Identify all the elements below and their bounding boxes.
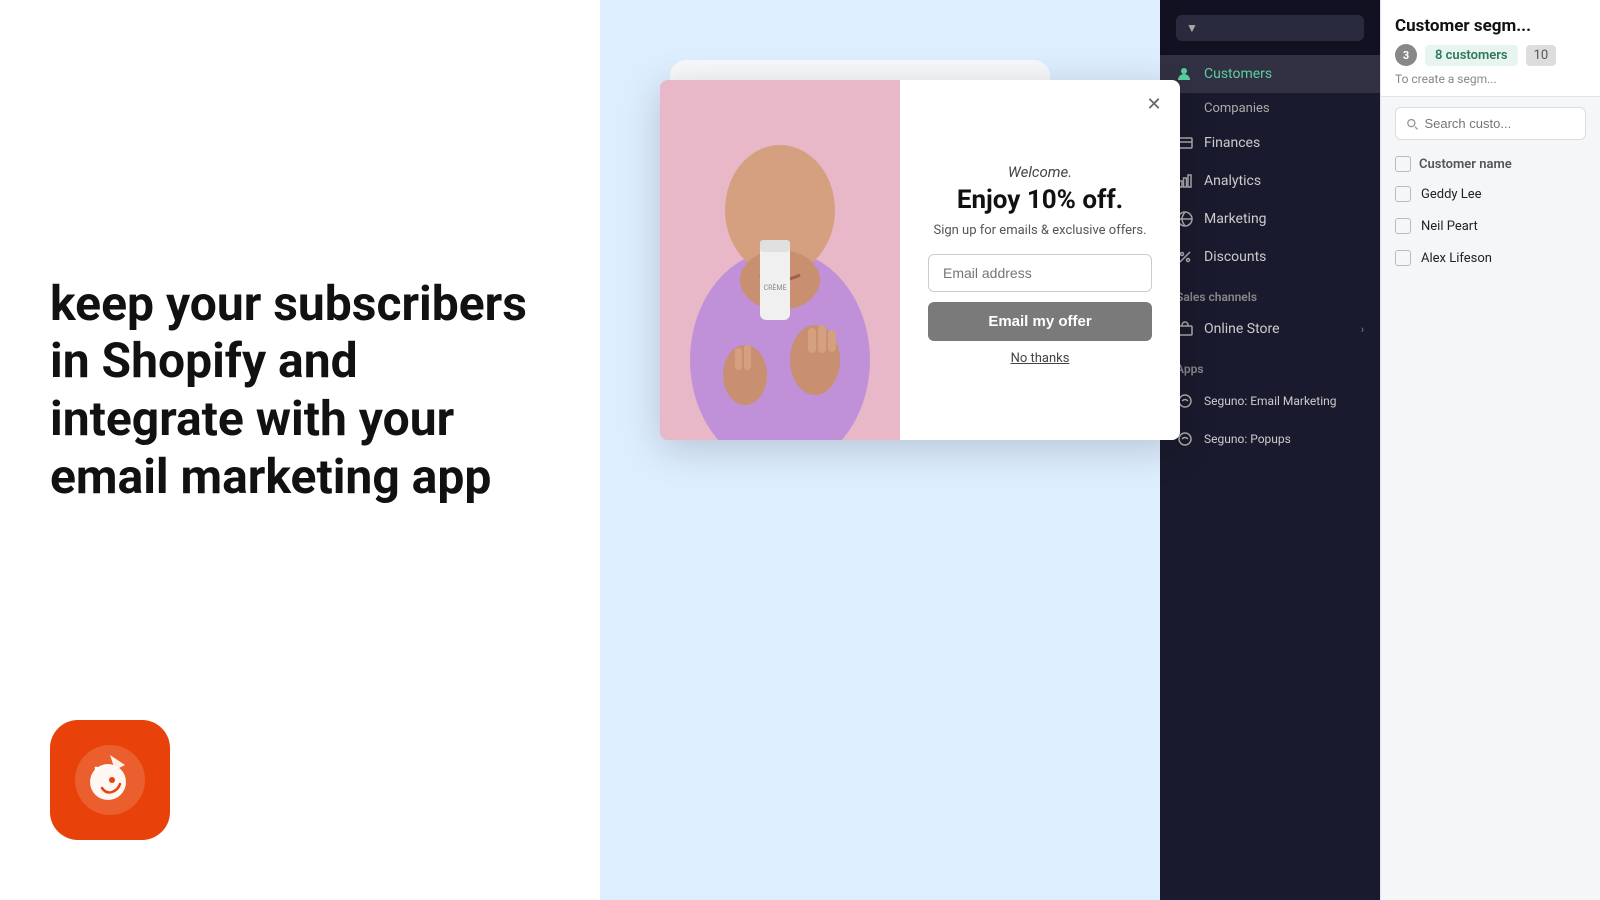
sidebar-item-customers[interactable]: Customers (1160, 55, 1380, 93)
svg-text:CRÈME: CRÈME (764, 283, 787, 292)
sales-channels-section: Sales channels (1160, 276, 1380, 310)
customer-row-3[interactable]: Alex Lifeson (1381, 242, 1600, 274)
app-logo (50, 720, 170, 840)
customer-checkbox-2[interactable] (1395, 218, 1411, 234)
customer-search-box[interactable] (1395, 107, 1586, 140)
sidebar-item-companies[interactable]: Companies (1160, 93, 1380, 124)
apps-section: Apps (1160, 348, 1380, 382)
customer-segment-panel: Customer segm... 3 8 customers 10 To cre… (1380, 0, 1600, 900)
customer-name-3: Alex Lifeson (1421, 251, 1492, 266)
email-offer-button[interactable]: Email my offer (928, 302, 1152, 341)
customer-checkbox-3[interactable] (1395, 250, 1411, 266)
sales-channels-text: Sales channels (1176, 290, 1257, 304)
no-thanks-link[interactable]: No thanks (928, 351, 1152, 366)
hero-headline: keep your subscribers in Shopify and int… (50, 275, 530, 505)
segment-create-hint: To create a segm... (1395, 72, 1586, 86)
popup-title-text: Enjoy 10% off. (928, 185, 1152, 215)
left-panel: keep your subscribers in Shopify and int… (0, 0, 600, 900)
segment-extra-badge: 10 (1526, 45, 1557, 66)
store-name: ▼ (1186, 21, 1198, 35)
email-offer-popup: CRÈME ✕ Welcome. Enjoy 10% off. Sign up … (660, 80, 1180, 440)
popup-subtitle-text: Sign up for emails & exclusive offers. (928, 223, 1152, 238)
seguno-email-label: Seguno: Email Marketing (1204, 394, 1337, 408)
sidebar-item-seguno-email[interactable]: Seguno: Email Marketing (1160, 382, 1380, 420)
segment-number-badge: 3 (1395, 44, 1417, 66)
customers-count: 8 customers (1425, 45, 1518, 66)
marketing-label: Marketing (1204, 211, 1267, 227)
search-icon (1406, 117, 1418, 131)
finances-label: Finances (1204, 135, 1260, 151)
sidebar-item-discounts[interactable]: Discounts (1160, 238, 1380, 276)
apps-section-text: Apps (1176, 362, 1204, 376)
popup-welcome-text: Welcome. (928, 163, 1152, 181)
popup-close-button[interactable]: ✕ (1142, 92, 1166, 116)
sidebar-item-finances[interactable]: Finances (1160, 124, 1380, 162)
hero-text-container: keep your subscribers in Shopify and int… (50, 60, 550, 720)
customer-panel-title: Customer segm... (1395, 16, 1586, 36)
online-store-arrow: › (1361, 323, 1364, 336)
logo-icon (70, 740, 150, 820)
customer-panel-header: Customer segm... 3 8 customers 10 To cre… (1381, 0, 1600, 97)
customer-search-input[interactable] (1424, 116, 1575, 131)
store-selector[interactable]: ▼ (1176, 15, 1364, 41)
sidebar-item-marketing[interactable]: Marketing (1160, 200, 1380, 238)
analytics-label: Analytics (1204, 173, 1261, 189)
customer-name-2: Neil Peart (1421, 219, 1478, 234)
customer-name-column: Customer name (1419, 157, 1512, 172)
customer-row-2[interactable]: Neil Peart (1381, 210, 1600, 242)
online-store-label: Online Store (1204, 321, 1280, 337)
sidebar-item-online-store[interactable]: Online Store › (1160, 310, 1380, 348)
customer-name-1: Geddy Lee (1421, 187, 1482, 202)
sidebar-item-seguno-popups[interactable]: Seguno: Popups (1160, 420, 1380, 458)
seguno-popups-label: Seguno: Popups (1204, 432, 1291, 446)
sidebar-header: ▼ (1160, 0, 1380, 55)
popup-content-area: ✕ Welcome. Enjoy 10% off. Sign up for em… (900, 80, 1180, 440)
companies-label: Companies (1204, 101, 1270, 116)
customers-label: Customers (1204, 66, 1272, 82)
right-panel: Email subscribed Automation triggered (600, 0, 1600, 900)
shopify-sidebar: ▼ Customers Companies Finances Analytics (1160, 0, 1380, 900)
popup-product-image: CRÈME (660, 80, 900, 440)
discounts-label: Discounts (1204, 249, 1266, 265)
customer-stats: 3 8 customers 10 (1395, 44, 1586, 66)
select-all-checkbox[interactable] (1395, 156, 1411, 172)
customer-list-header: Customer name (1381, 150, 1600, 178)
customer-row-1[interactable]: Geddy Lee (1381, 178, 1600, 210)
customer-checkbox-1[interactable] (1395, 186, 1411, 202)
sidebar-item-analytics[interactable]: Analytics (1160, 162, 1380, 200)
product-svg: CRÈME (660, 80, 900, 440)
email-input[interactable] (928, 254, 1152, 292)
